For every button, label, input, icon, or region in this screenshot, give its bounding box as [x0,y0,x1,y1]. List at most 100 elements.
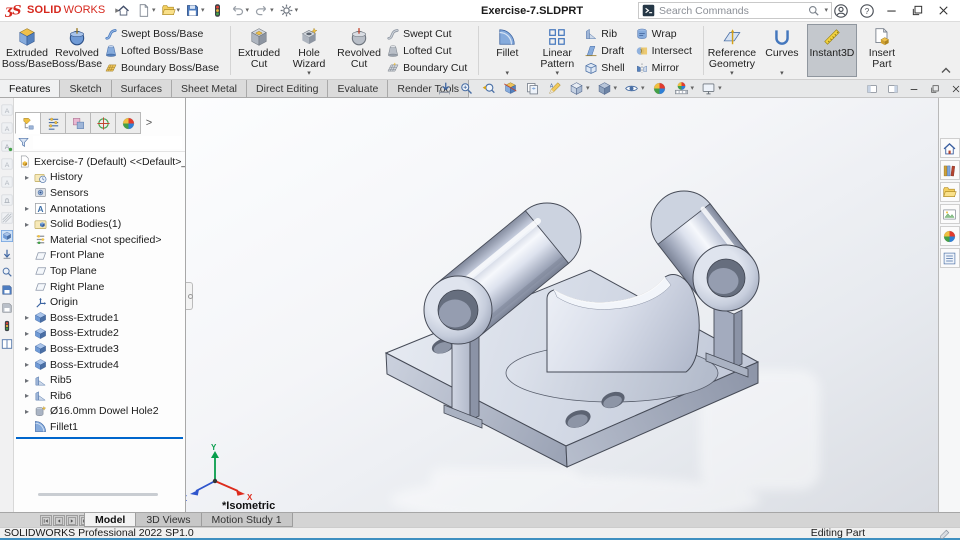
ribbon-button-instant3d[interactable]: Instant3D [806,24,857,77]
tree-item-boss-extrude2[interactable]: ▸ Boss-Extrude2 [14,326,185,342]
expand-arrow-icon[interactable]: ▸ [23,391,31,400]
help-button[interactable]: ? [859,3,875,22]
search-magnifier-icon[interactable] [807,4,820,17]
tree-item-right-plane[interactable]: Right Plane [14,279,185,295]
tree-item-solid-bodies-1[interactable]: ▸ Solid Bodies(1) [14,216,185,232]
ribbon-button-wrap[interactable]: Wrap [633,25,700,42]
view-orientation-button[interactable]: ▾ [569,81,590,96]
ribbon-button-extruded-cut[interactable]: Extruded Cut [234,24,284,77]
tree-item-material-not-specified[interactable]: Material <not specified> [14,232,185,248]
dropdown-caret-icon[interactable]: ▾ [307,69,311,77]
ribbon-button-rib[interactable]: Rib [582,25,632,42]
dropdown-caret-icon[interactable]: ▾ [295,7,299,14]
solidworks-logo[interactable]: ʒS SOLID WORKS ▸ [5,2,120,18]
taskpane-file-explorer-button[interactable] [939,182,960,202]
ribbon-button-boundary-cut[interactable]: Boundary Cut [384,60,475,77]
tree-item-boss-extrude3[interactable]: ▸ Boss-Extrude3 [14,341,185,357]
tree-item-annotations[interactable]: ▸ A Annotations [14,201,185,217]
view-settings-button[interactable]: ▾ [701,81,722,96]
dropdown-caret-icon[interactable]: ▾ [177,7,181,14]
doc-minimize-button[interactable] [908,83,920,98]
ribbon-button-lofted-cut[interactable]: Lofted Cut [384,42,475,59]
doc-restore-button[interactable] [929,83,941,98]
dropdown-caret-icon[interactable]: ▾ [691,85,695,92]
doc-close-button[interactable] [950,83,960,98]
sign-in-button[interactable] [833,3,849,22]
taskpane-design-library-button[interactable] [939,160,960,180]
left-tool-10-button[interactable] [1,266,13,278]
edit-appearance-button[interactable] [652,81,667,96]
panel-splitter-handle[interactable] [186,282,193,310]
expand-arrow-icon[interactable]: ▸ [23,220,31,229]
dropdown-caret-icon[interactable]: ▾ [270,7,274,14]
window-maximize-button[interactable] [910,3,925,21]
options-button[interactable]: ▾ [279,3,299,18]
expand-arrow-icon[interactable]: ▸ [23,360,31,369]
nav-next-button[interactable] [66,515,78,526]
ribbon-button-insert-part[interactable]: Insert Part [857,24,907,77]
ribbon-button-linear-pattern[interactable]: Linear Pattern ▾ [532,24,582,77]
dropdown-caret-icon[interactable]: ▾ [506,69,510,77]
tree-item-rib5[interactable]: ▸ Rib5 [14,372,185,388]
search-caret-icon[interactable]: ▾ [824,7,828,14]
tree-item-top-plane[interactable]: Top Plane [14,263,185,279]
ribbon-button-fillet[interactable]: Fillet ▾ [482,24,532,77]
expand-arrow-icon[interactable]: ▸ [23,344,31,353]
expand-arrow-icon[interactable]: ▸ [23,329,31,338]
tree-item-boss-extrude1[interactable]: ▸ Boss-Extrude1 [14,310,185,326]
tree-item-fillet1[interactable]: Fillet1 [14,419,185,435]
zoom-to-area-button[interactable] [459,81,474,96]
tree-item-root[interactable]: Exercise-7 (Default) <<Default>_Displa [14,154,185,170]
redo-button[interactable]: ▾ [254,3,274,18]
dropdown-caret-icon[interactable]: ▾ [246,7,250,14]
tab-evaluate[interactable]: Evaluate [327,80,389,98]
bottom-tab-3d-views[interactable]: 3D Views [135,513,202,527]
tab-sketch[interactable]: Sketch [59,80,112,98]
section-view-button[interactable] [503,81,518,96]
home-button[interactable] [116,3,131,18]
tab-features[interactable]: Features [0,80,61,98]
ribbon-button-shell[interactable]: Shell [582,60,632,77]
graphics-viewport[interactable]: Y X Z *Isometric [186,98,938,512]
left-tool-13-button[interactable] [1,320,13,332]
hide-show-items-button[interactable]: ▾ [624,81,645,96]
nav-first-button[interactable] [40,515,52,526]
ribbon-button-lofted-boss-base[interactable]: Lofted Boss/Base [102,42,227,59]
nav-previous-button[interactable] [53,515,65,526]
apply-scene-button[interactable]: ▾ [674,81,695,96]
window-close-button[interactable] [936,3,951,21]
tree-item-rib6[interactable]: ▸ Rib6 [14,388,185,404]
open-button[interactable]: ▾ [161,3,181,18]
left-tool-1-button[interactable]: A [1,104,13,116]
tab-surfaces[interactable]: Surfaces [110,80,172,98]
tab-direct-editing[interactable]: Direct Editing [246,80,329,98]
tree-item-boss-extrude4[interactable]: ▸ Boss-Extrude4 [14,357,185,373]
rollback-bar[interactable] [16,436,183,439]
display-style-button[interactable]: ▾ [597,81,618,96]
ribbon-button-extruded-boss-base[interactable]: Extruded Boss/Base [2,24,52,77]
left-tool-9-button[interactable] [1,248,13,260]
ribbon-button-hole-wizard[interactable]: Hole Wizard ▾ [284,24,334,77]
ribbon-button-boundary-boss-base[interactable]: Boundary Boss/Base [102,60,227,77]
ribbon-button-swept-cut[interactable]: Swept Cut [384,25,475,42]
part-3d-model[interactable]: Y X Z [186,98,938,512]
ribbon-button-curves[interactable]: Curves ▾ [757,24,807,77]
taskpane-appearances-scenes-button[interactable] [939,226,960,246]
expand-arrow-icon[interactable]: ▸ [23,204,31,213]
ribbon-button-swept-boss-base[interactable]: Swept Boss/Base [102,25,227,42]
taskpane-view-palette-button[interactable] [939,204,960,224]
tree-item-front-plane[interactable]: Front Plane [14,248,185,264]
ribbon-button-revolved-cut[interactable]: Revolved Cut [334,24,384,77]
search-commands-box[interactable]: Search Commands ▾ [638,2,832,19]
doc-pane-left-button[interactable] [866,83,878,98]
ribbon-button-revolved-boss-base[interactable]: Revolved Boss/Base [52,24,102,77]
fm-tabs-expand-button[interactable]: > [141,112,157,134]
fm-tab-propertymanager[interactable] [40,112,66,134]
filter-input[interactable] [33,136,182,149]
collapse-ribbon-button[interactable] [940,66,952,75]
dropdown-caret-icon[interactable]: ▾ [614,85,618,92]
ribbon-button-draft[interactable]: Draft [582,42,632,59]
bottom-tab-motion-study-1[interactable]: Motion Study 1 [200,513,293,527]
previous-view-button[interactable] [481,81,496,96]
left-tool-5-button[interactable]: A [1,176,13,188]
